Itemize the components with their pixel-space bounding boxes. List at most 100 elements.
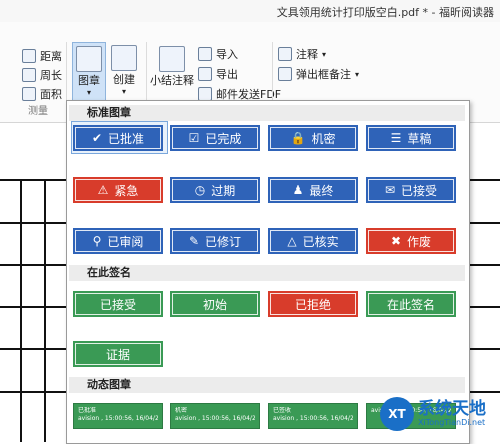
stamp-icon: ♟ xyxy=(292,183,304,197)
stamp-icon: ✔ xyxy=(91,131,103,145)
stamp-10[interactable]: ✎ 已修订 xyxy=(170,228,260,254)
stamp-label: 已审阅 xyxy=(107,234,144,249)
summary-icon xyxy=(159,46,185,72)
chevron-down-icon: ▾ xyxy=(322,49,327,59)
logo-circle-icon: XT xyxy=(380,397,414,431)
stamp-label: 机密 xyxy=(311,131,336,146)
stamp-label: 紧急 xyxy=(114,183,139,198)
table-line xyxy=(44,179,46,442)
stamp-icon: ✉ xyxy=(384,183,396,197)
dynamic-stamp-line: avision , 15:00:56, 16/04/2014 xyxy=(273,415,353,422)
stamp-icon xyxy=(76,46,102,72)
create-button[interactable]: 创建 ▾ xyxy=(108,42,140,100)
stamp-6[interactable]: ◷ 过期 xyxy=(170,177,260,203)
stamp-label: 已批准 xyxy=(108,131,145,146)
measure-group-label: 测量 xyxy=(28,106,48,117)
watermark-en: XiTongTianDi.net xyxy=(418,418,486,427)
area-tool[interactable]: 面积 xyxy=(22,86,62,102)
stamp-label: 已完成 xyxy=(205,131,242,146)
ruler-icon xyxy=(22,49,36,63)
comment-label: 注释 xyxy=(296,48,318,61)
chevron-down-icon: ▾ xyxy=(355,69,360,79)
dynamic-stamp-2[interactable]: 机密avision , 15:00:56, 16/04/2014 xyxy=(170,403,260,429)
stamp-3[interactable]: 🔒 机密 xyxy=(268,125,358,151)
stamp-label: 作废 xyxy=(407,234,432,249)
stamp-icon: 🔒 xyxy=(290,131,306,145)
stamp-label: 图章 xyxy=(78,74,100,87)
sign-stamp-1[interactable]: 已接受 xyxy=(73,291,163,317)
stamp-icon: ✖ xyxy=(390,234,402,248)
dynamic-stamp-3[interactable]: 已签收avision , 15:00:56, 16/04/2014 xyxy=(268,403,358,429)
create-stamp-icon xyxy=(111,45,137,71)
chevron-down-icon: ▾ xyxy=(86,88,91,97)
sign-stamp-5[interactable]: 证据 xyxy=(73,341,163,367)
divider xyxy=(272,42,273,108)
import-button[interactable]: 导入 xyxy=(198,46,238,62)
stamp-label: 过期 xyxy=(211,183,236,198)
popup-note-label: 弹出框备注 xyxy=(296,68,351,81)
comment-dropdown[interactable]: 注释 ▾ xyxy=(278,46,326,62)
table-line xyxy=(20,179,22,442)
stamp-8[interactable]: ✉ 已接受 xyxy=(366,177,456,203)
dynamic-stamp-title: 机密 xyxy=(175,407,188,414)
stamp-label: 已接受 xyxy=(99,297,136,312)
stamp-label: 初始 xyxy=(202,297,227,312)
section-dynamic-stamps: 动态图章 xyxy=(69,377,465,393)
stamp-label: 最终 xyxy=(309,183,334,198)
stamp-9[interactable]: ⚲ 已审阅 xyxy=(73,228,163,254)
stamp-palette-panel: 标准图章 ✔ 已批准 ☑ 已完成 🔒 机密 ☰ 草稿 ⚠ 紧急 ◷ 过期 ♟ 最终 ✉ 已接受 ⚲ 已审阅 ✎ 已修订… xyxy=(66,100,470,444)
export-button[interactable]: 导出 xyxy=(198,66,238,82)
stamp-icon: ☰ xyxy=(390,131,402,145)
stamp-button[interactable]: 图章 ▾ xyxy=(72,42,106,102)
import-icon xyxy=(198,47,212,61)
stamp-2[interactable]: ☑ 已完成 xyxy=(170,125,260,151)
title-bar: 文具领用统计打印版空白.pdf * - 福昕阅读器 xyxy=(0,0,500,22)
stamp-label: 草稿 xyxy=(407,131,432,146)
stamp-label: 已拒绝 xyxy=(294,297,331,312)
stamp-label: 证据 xyxy=(105,347,130,362)
stamp-5[interactable]: ⚠ 紧急 xyxy=(73,177,163,203)
popup-note-icon xyxy=(278,67,292,81)
email-icon xyxy=(198,87,212,101)
stamp-11[interactable]: △ 已核实 xyxy=(268,228,358,254)
dynamic-stamp-line: avision , 15:00:56, 16/04/2014 xyxy=(78,415,158,422)
dynamic-stamp-1[interactable]: 已批准avision , 15:00:56, 16/04/2014 xyxy=(73,403,163,429)
stamp-label: 已核实 xyxy=(302,234,339,249)
perimeter-tool[interactable]: 周长 xyxy=(22,67,62,83)
create-label: 创建 xyxy=(113,73,135,86)
summary-label: 小结注释 xyxy=(150,74,194,87)
watermark-cn: 系统天地 xyxy=(418,399,486,419)
sign-stamp-3[interactable]: 已拒绝 xyxy=(268,291,358,317)
watermark-logo: XT 系统天地 XiTongTianDi.net xyxy=(380,397,486,431)
stamp-icon: ⚠ xyxy=(97,183,109,197)
sign-stamp-2[interactable]: 初始 xyxy=(170,291,260,317)
sign-stamp-4[interactable]: 在此签名 xyxy=(366,291,456,317)
stamp-icon: ☑ xyxy=(188,131,200,145)
dynamic-stamp-title: 已批准 xyxy=(78,407,97,414)
dynamic-stamp-line: avision , 15:00:56, 16/04/2014 xyxy=(175,415,255,422)
stamp-1[interactable]: ✔ 已批准 xyxy=(73,125,163,151)
stamp-icon: △ xyxy=(287,234,297,248)
perimeter-icon xyxy=(22,68,36,82)
export-icon xyxy=(198,67,212,81)
summary-comments-button[interactable]: 小结注释 xyxy=(150,44,194,94)
stamp-label: 已接受 xyxy=(401,183,438,198)
section-sign-here: 在此签名 xyxy=(69,265,465,281)
stamp-12[interactable]: ✖ 作废 xyxy=(366,228,456,254)
perimeter-label: 周长 xyxy=(40,69,62,82)
area-icon xyxy=(22,87,36,101)
stamp-7[interactable]: ♟ 最终 xyxy=(268,177,358,203)
section-standard-stamps: 标准图章 xyxy=(69,105,465,121)
distance-label: 距离 xyxy=(40,50,62,63)
stamp-icon: ✎ xyxy=(188,234,200,248)
stamp-icon: ⚲ xyxy=(92,234,102,248)
divider xyxy=(146,42,147,108)
window-title: 文具领用统计打印版空白.pdf * - 福昕阅读器 xyxy=(276,6,494,19)
distance-tool[interactable]: 距离 xyxy=(22,48,62,64)
popup-note-dropdown[interactable]: 弹出框备注 ▾ xyxy=(278,66,359,82)
comment-icon xyxy=(278,47,292,61)
divider xyxy=(66,42,67,108)
stamp-label: 已修订 xyxy=(205,234,242,249)
stamp-4[interactable]: ☰ 草稿 xyxy=(366,125,456,151)
dynamic-stamp-title: 已签收 xyxy=(273,407,292,414)
